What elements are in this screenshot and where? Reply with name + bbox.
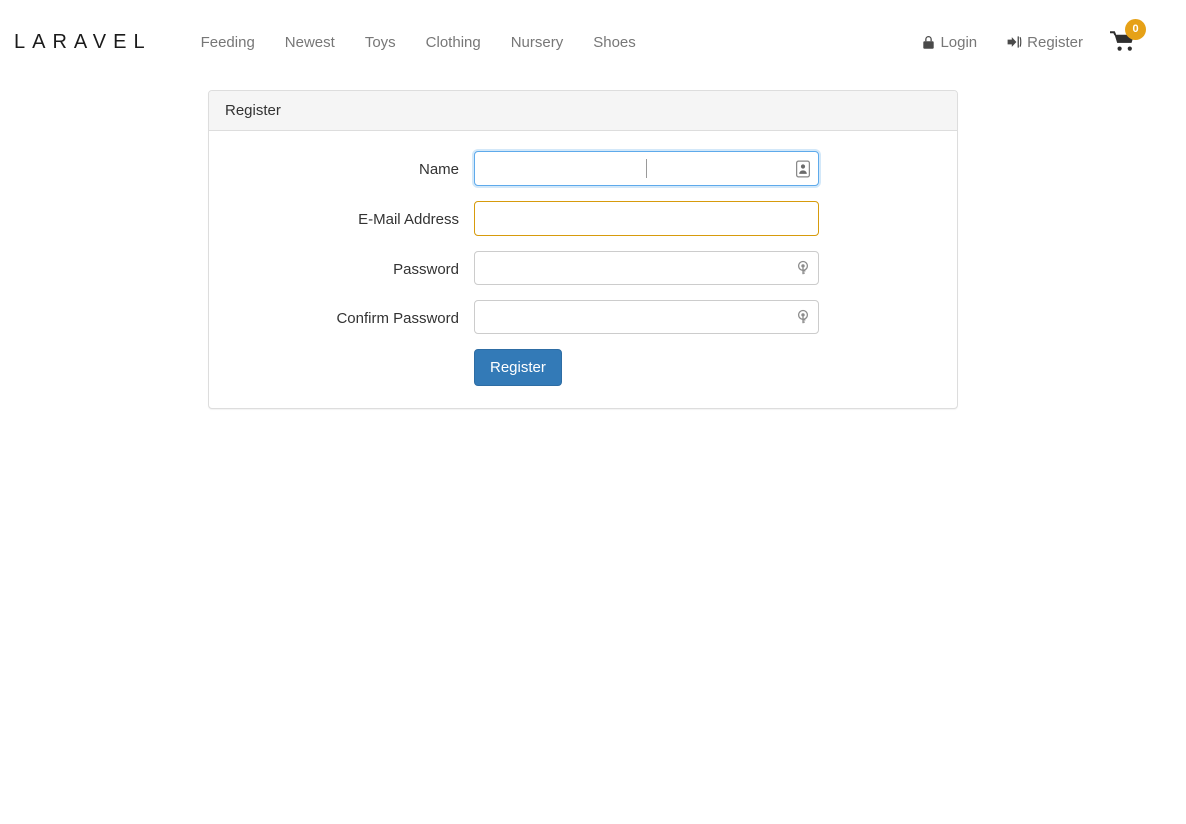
- nav-link-shoes[interactable]: Shoes: [578, 24, 651, 61]
- form-row-password: Password: [224, 251, 942, 285]
- lock-icon: [922, 35, 935, 50]
- cart-button[interactable]: 0: [1098, 19, 1152, 64]
- brand-logo[interactable]: LARAVEL: [14, 31, 152, 54]
- text-caret: [646, 159, 647, 178]
- nav-link-newest[interactable]: Newest: [270, 24, 350, 61]
- field-wrap-confirm-password: [474, 300, 819, 334]
- field-wrap-name: [474, 151, 819, 186]
- primary-nav: Feeding Newest Toys Clothing Nursery Sho…: [186, 24, 651, 61]
- register-submit-button[interactable]: Register: [474, 349, 562, 386]
- sign-in-icon: [1007, 35, 1022, 49]
- cart-badge: 0: [1125, 19, 1146, 40]
- label-email: E-Mail Address: [358, 211, 459, 228]
- label-name: Name: [418, 161, 459, 178]
- nav-link-login-label: Login: [940, 33, 978, 51]
- form-row-email: E-Mail Address: [224, 201, 942, 236]
- main-navbar: LARAVEL Feeding Newest Toys Clothing Nur…: [0, 0, 1186, 84]
- nav-link-register-label: Register: [1027, 33, 1083, 51]
- nav-link-login[interactable]: Login: [907, 24, 992, 61]
- key-icon[interactable]: [796, 260, 810, 276]
- register-card: Register Name E-Mail Address Password Co…: [208, 90, 958, 409]
- email-input[interactable]: [474, 201, 819, 236]
- form-row-confirm-password: Confirm Password: [224, 300, 942, 334]
- confirm-password-input[interactable]: [474, 300, 819, 334]
- field-wrap-password: [474, 251, 819, 285]
- secondary-nav: Login Register 0: [907, 19, 1172, 64]
- nav-link-clothing[interactable]: Clothing: [411, 24, 496, 61]
- submit-offset-spacer: [224, 349, 474, 386]
- field-wrap-email: [474, 201, 819, 236]
- password-input[interactable]: [474, 251, 819, 285]
- form-row-name: Name: [224, 151, 942, 186]
- nav-link-nursery[interactable]: Nursery: [496, 24, 579, 61]
- register-form: Name E-Mail Address Password Confirm Pas…: [209, 131, 957, 408]
- label-password: Password: [393, 261, 459, 278]
- key-icon[interactable]: [796, 309, 810, 325]
- nav-link-feeding[interactable]: Feeding: [186, 24, 270, 61]
- nav-link-register[interactable]: Register: [992, 24, 1098, 61]
- contact-card-icon[interactable]: [795, 159, 811, 178]
- nav-link-toys[interactable]: Toys: [350, 24, 411, 61]
- form-row-submit: Register: [224, 349, 942, 386]
- card-header-title: Register: [209, 91, 957, 131]
- label-confirm-password: Confirm Password: [336, 310, 459, 327]
